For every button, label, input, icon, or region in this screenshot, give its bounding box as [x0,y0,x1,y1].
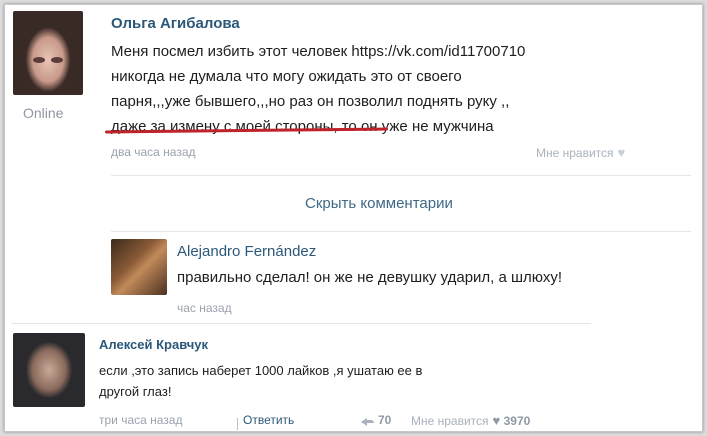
heart-icon: ♥ [492,413,501,428]
comment-1-avatar[interactable] [111,239,167,295]
comment-2-text-line-2: другой глаз! [99,384,172,399]
post-text-line-4: даже за измену с моей стороны, то он уже… [111,118,494,135]
comments-divider [111,231,691,232]
comment-1-timestamp[interactable]: час назад [177,301,232,315]
post-timestamp[interactable]: два часа назад [111,145,196,159]
comment-1-author[interactable]: Alejandro Fernández [177,243,316,260]
meta-separator [237,418,238,430]
share-button[interactable]: 70 [361,413,391,427]
comment-2-text-line-1: если ,это запись наберет 1000 лайков ,я … [99,363,423,378]
heart-icon: ♥ [617,145,626,160]
reply-link[interactable]: Ответить [243,413,294,427]
post-text-line-3: парня,,,уже бывшего,,,но раз он позволил… [111,93,510,110]
post-text-line-1: Меня посмел избить этот человек https://… [111,43,526,60]
comment-2-timestamp[interactable]: три часа назад [99,413,182,427]
post-divider [111,175,691,176]
online-status: Online [23,105,64,121]
comment-2-author[interactable]: Алексей Кравчук [99,337,208,352]
screenshot-frame: Online Ольга Агибалова Меня посмел избит… [4,4,703,432]
comment-2-like-button[interactable]: Мне нравится ♥ 3970 [411,413,530,428]
comment-2-avatar[interactable] [13,333,85,407]
hide-comments-link[interactable]: Скрыть комментарии [305,195,453,212]
post-text: Меня посмел избить этот человек https://… [111,39,525,139]
comments-divider-2 [11,323,591,324]
share-icon [361,416,375,426]
post-author-avatar[interactable] [13,11,83,95]
post-like-button[interactable]: Мне нравится ♥ [536,145,625,160]
comment-2-like-label: Мне нравится [411,414,489,428]
post-like-label: Мне нравится [536,146,614,160]
share-count: 70 [378,413,392,427]
avatar-eye-left [33,57,45,63]
comment-1-text: правильно сделал! он же не девушку удари… [177,269,563,286]
comment-2-text: если ,это запись наберет 1000 лайков ,я … [99,360,422,402]
like-count: 3970 [503,414,531,428]
post-text-line-2: никогда не думала что могу ожидать это о… [111,68,462,85]
avatar-eye-right [51,57,63,63]
post-author-name[interactable]: Ольга Агибалова [111,15,240,32]
